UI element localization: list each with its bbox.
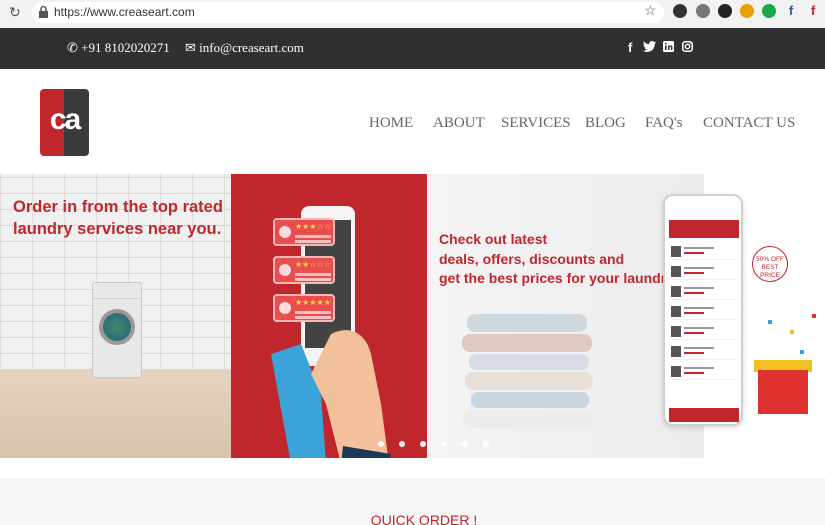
- instagram-icon[interactable]: [682, 41, 693, 52]
- phone-number: +91 8102020271: [81, 40, 170, 55]
- extension-6[interactable]: f: [784, 4, 798, 18]
- reload-icon[interactable]: ↻: [9, 4, 21, 21]
- rating-bubble: ★★★☆☆: [273, 218, 335, 246]
- lock-icon: [39, 6, 48, 18]
- extension-7[interactable]: f: [806, 4, 820, 18]
- site-header: ca HOME ABOUT SERVICES BLOG FAQ's CONTAC…: [0, 69, 825, 174]
- top-info-bar: ✆ +91 8102020271 ✉ info@creaseart.com f: [0, 28, 825, 69]
- rating-bubble: ★★☆☆☆: [273, 256, 335, 284]
- slider-dot-1[interactable]: [378, 441, 384, 447]
- extension-4[interactable]: [740, 4, 754, 18]
- extension-1[interactable]: [673, 4, 687, 18]
- nav-contact-us[interactable]: CONTACT US: [703, 115, 795, 132]
- address-bar[interactable]: https://www.creaseart.com: [32, 2, 664, 23]
- nav-home[interactable]: HOME: [369, 115, 413, 132]
- slider-dot-2[interactable]: [399, 441, 405, 447]
- extension-3[interactable]: [718, 4, 732, 18]
- logo-text: ca: [49, 103, 81, 136]
- slide-laundry-services: Order in from the top rated laundry serv…: [0, 174, 231, 458]
- offer-badge: 50% OFF BEST PRICE: [752, 246, 788, 282]
- slider-dot-3[interactable]: [420, 441, 426, 447]
- slider-dot-5[interactable]: [462, 441, 468, 447]
- nav-services[interactable]: SERVICES: [501, 115, 571, 132]
- nav-faqs[interactable]: FAQ's: [645, 115, 682, 132]
- hand-illustration: [271, 330, 391, 458]
- washing-machine-image: [92, 282, 142, 378]
- gift-box-image: [758, 370, 808, 414]
- slide3-headline: Check out latest deals, offers, discount…: [439, 231, 677, 286]
- quick-order-title: QUICK ORDER !: [370, 512, 478, 525]
- phone-icon: ✆: [67, 40, 78, 55]
- extension-5[interactable]: [762, 4, 776, 18]
- slide1-headline: Order in from the top rated laundry serv…: [13, 198, 223, 238]
- linkedin-icon[interactable]: [663, 41, 674, 52]
- phone-contact[interactable]: ✆ +91 8102020271: [67, 40, 170, 56]
- email-contact[interactable]: ✉ info@creaseart.com: [185, 40, 304, 56]
- nav-blog[interactable]: BLOG: [585, 115, 626, 132]
- extension-2[interactable]: [696, 4, 710, 18]
- quick-order-section: QUICK ORDER !: [0, 478, 825, 525]
- facebook-icon[interactable]: f: [628, 40, 632, 55]
- browser-toolbar: ↻ https://www.creaseart.com ☆ f f: [0, 0, 825, 28]
- slider-dot-6[interactable]: [483, 441, 489, 447]
- bookmark-star-icon[interactable]: ☆: [644, 2, 657, 19]
- slider-dot-4[interactable]: [441, 441, 447, 447]
- twitter-icon[interactable]: [643, 41, 656, 53]
- envelope-icon: ✉: [185, 40, 196, 55]
- email-address: info@creaseart.com: [199, 40, 304, 55]
- url-text: https://www.creaseart.com: [54, 5, 195, 19]
- slide-ratings: ★★★☆☆ ★★☆☆☆ ★★★★★: [231, 174, 427, 458]
- app-phone-mockup: [663, 194, 743, 426]
- site-logo[interactable]: ca: [40, 89, 89, 156]
- nav-about[interactable]: ABOUT: [433, 115, 485, 132]
- folded-clothes-image: [462, 314, 593, 428]
